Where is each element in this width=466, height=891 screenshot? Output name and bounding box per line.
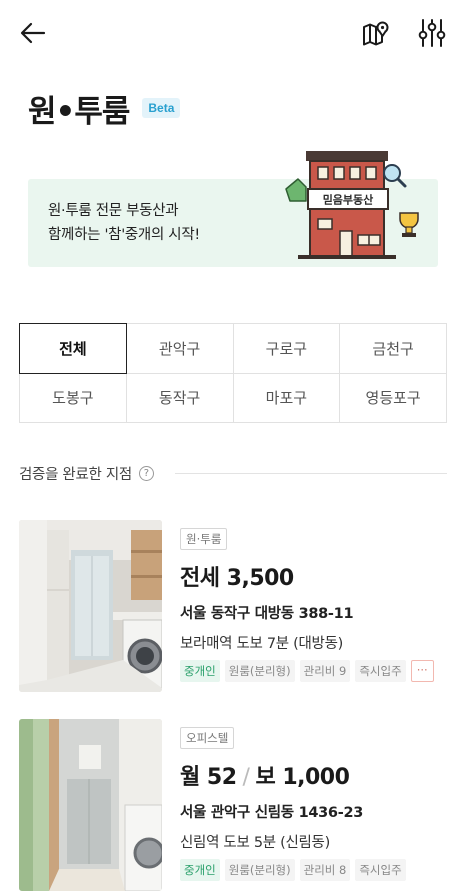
- beta-badge: Beta: [142, 98, 181, 118]
- verified-branches-header: 검증을 완료한 지점 ?: [19, 462, 447, 484]
- real-estate-office-illustration: 믿음부동산: [285, 151, 419, 259]
- price-monthly: 월 52: [180, 765, 237, 790]
- price-deposit: 보 1,000: [255, 765, 350, 790]
- more-options-icon[interactable]: ···: [410, 660, 434, 682]
- tab-yeongdeungpo[interactable]: 영등포구: [340, 373, 447, 423]
- move-in-chip: 즉시입주: [355, 660, 406, 682]
- tab-gwanak[interactable]: 관악구: [126, 324, 234, 374]
- listing-info: 오피스텔 월 52/보 1,000 서울 관악구 신림동 1436-23 신림역…: [180, 727, 406, 881]
- filter-button[interactable]: [417, 17, 447, 49]
- banner-text: 원·투룸 전문 부동산과 함께하는 '참'중개의 시작!: [48, 199, 200, 247]
- help-icon[interactable]: ?: [138, 465, 154, 481]
- property-type-tag: 오피스텔: [180, 727, 235, 749]
- tab-mapo[interactable]: 마포구: [233, 373, 341, 423]
- agent-chip: 중개인: [180, 660, 220, 682]
- top-bar: [0, 0, 466, 66]
- section-title: 검증을 완료한 지점: [19, 466, 132, 483]
- maintenance-fee-chip: 관리비 9: [299, 660, 351, 682]
- address: 서울 관악구 신림동 1436-23: [180, 805, 364, 821]
- listing-photo[interactable]: [19, 520, 162, 692]
- tab-all[interactable]: 전체: [19, 323, 127, 374]
- page-title: 원•투룸: [28, 93, 130, 130]
- office-sign-text: 믿음부동산: [323, 193, 374, 207]
- price: 전세 3,500: [180, 560, 434, 591]
- tab-dongjak[interactable]: 동작구: [126, 373, 234, 423]
- listing-chips: 중개인 원룸(분리형) 관리비 8 즉시입주: [180, 859, 406, 881]
- filter-sliders-icon: [418, 19, 446, 47]
- price-separator: /: [242, 765, 250, 790]
- room-photo-image: [19, 719, 162, 891]
- tab-guro[interactable]: 구로구: [233, 324, 341, 374]
- back-arrow-icon: [20, 22, 46, 44]
- listing-photo[interactable]: [19, 719, 162, 891]
- listing-info: 원·투룸 전세 3,500 서울 동작구 대방동 388-11 보라매역 도보 …: [180, 528, 434, 682]
- listing-card[interactable]: 오피스텔 월 52/보 1,000 서울 관악구 신림동 1436-23 신림역…: [19, 719, 459, 891]
- move-in-chip: 즉시입주: [355, 859, 406, 881]
- room-type-chip: 원룸(분리형): [224, 859, 295, 881]
- room-photo-image: [19, 520, 162, 692]
- back-button[interactable]: [18, 18, 48, 48]
- title-row: 원•투룸 Beta: [28, 86, 181, 130]
- tab-dobong[interactable]: 도봉구: [20, 373, 127, 423]
- room-type-chip: 원룸(분리형): [224, 660, 295, 682]
- map-icon: [363, 21, 389, 46]
- map-button[interactable]: [360, 18, 390, 48]
- property-type-tag: 원·투룸: [180, 528, 228, 550]
- listing-card[interactable]: 원·투룸 전세 3,500 서울 동작구 대방동 388-11 보라매역 도보 …: [19, 520, 459, 692]
- district-tabs: 전체 관악구 구로구 금천구 도봉구 동작구 마포구 영등포구: [19, 323, 447, 423]
- address: 서울 동작구 대방동 388-11: [180, 606, 354, 622]
- promo-banner[interactable]: 원·투룸 전문 부동산과 함께하는 '참'중개의 시작! 믿음부동산: [28, 151, 438, 267]
- station-distance: 보라매역 도보 7분 (대방동): [180, 636, 343, 652]
- tab-geumcheon[interactable]: 금천구: [340, 324, 447, 374]
- price-value: 3,500: [226, 566, 295, 591]
- banner-line-1: 원·투룸 전문 부동산과: [48, 203, 179, 219]
- station-distance: 신림역 도보 5분 (신림동): [180, 835, 330, 851]
- divider: [174, 472, 447, 474]
- listing-chips: 중개인 원룸(분리형) 관리비 9 즉시입주 ···: [180, 660, 434, 682]
- price: 월 52/보 1,000: [180, 759, 406, 790]
- price-label: 전세: [180, 566, 220, 591]
- banner-line-2: 함께하는 '참'중개의 시작!: [48, 227, 200, 243]
- agent-chip: 중개인: [180, 859, 220, 881]
- maintenance-fee-chip: 관리비 8: [299, 859, 351, 881]
